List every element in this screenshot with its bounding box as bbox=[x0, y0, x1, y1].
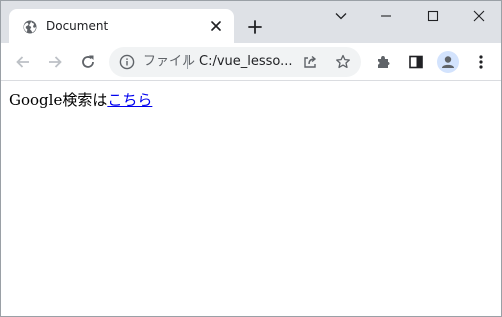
toolbar: ファイル C:/vue_lesso... bbox=[1, 43, 501, 81]
forward-arrow-icon bbox=[49, 56, 62, 68]
plus-icon bbox=[248, 20, 262, 34]
tab-close-icon[interactable] bbox=[208, 18, 224, 34]
back-arrow-icon bbox=[16, 56, 29, 68]
profile-icon bbox=[437, 51, 459, 73]
browser-window: Document ファイル C:/vue_lesso... Google検索はこ… bbox=[0, 0, 502, 317]
minimize-button[interactable] bbox=[374, 5, 398, 27]
extensions-icon bbox=[378, 56, 390, 68]
menu-button[interactable] bbox=[469, 50, 493, 74]
bookmark-star-icon[interactable] bbox=[335, 54, 351, 70]
address-separator bbox=[187, 55, 188, 69]
tab-document[interactable]: Document bbox=[9, 9, 234, 43]
close-window-button[interactable] bbox=[467, 5, 491, 27]
address-bar[interactable]: ファイル C:/vue_lesso... bbox=[109, 47, 361, 77]
minimize-icon bbox=[381, 15, 391, 17]
page-link[interactable]: こちら bbox=[107, 91, 152, 109]
page-paragraph: Google検索はこちら bbox=[9, 91, 152, 109]
info-icon[interactable] bbox=[119, 54, 135, 70]
side-panel-button[interactable] bbox=[404, 50, 428, 74]
share-icon[interactable] bbox=[302, 54, 318, 70]
page-text: Google検索は bbox=[9, 91, 108, 109]
tab-search-button[interactable] bbox=[329, 5, 353, 27]
close-icon bbox=[473, 10, 485, 22]
globe-icon bbox=[23, 19, 37, 34]
menu-icon bbox=[479, 55, 483, 69]
reload-icon bbox=[82, 55, 94, 68]
tab-strip: Document bbox=[1, 1, 501, 43]
forward-button[interactable] bbox=[43, 50, 67, 74]
extensions-button[interactable] bbox=[371, 50, 395, 74]
tab-title: Document bbox=[46, 19, 109, 33]
maximize-button[interactable] bbox=[421, 5, 445, 27]
profile-button[interactable] bbox=[436, 50, 460, 74]
reload-button[interactable] bbox=[76, 50, 100, 74]
page-content: Google検索はこちら bbox=[1, 82, 501, 316]
back-button[interactable] bbox=[11, 50, 35, 74]
address-url[interactable]: C:/vue_lesso... bbox=[199, 54, 293, 70]
new-tab-button[interactable] bbox=[245, 17, 265, 37]
side-panel-icon bbox=[409, 55, 423, 69]
chevron-down-icon bbox=[335, 13, 347, 20]
maximize-icon bbox=[427, 10, 439, 22]
